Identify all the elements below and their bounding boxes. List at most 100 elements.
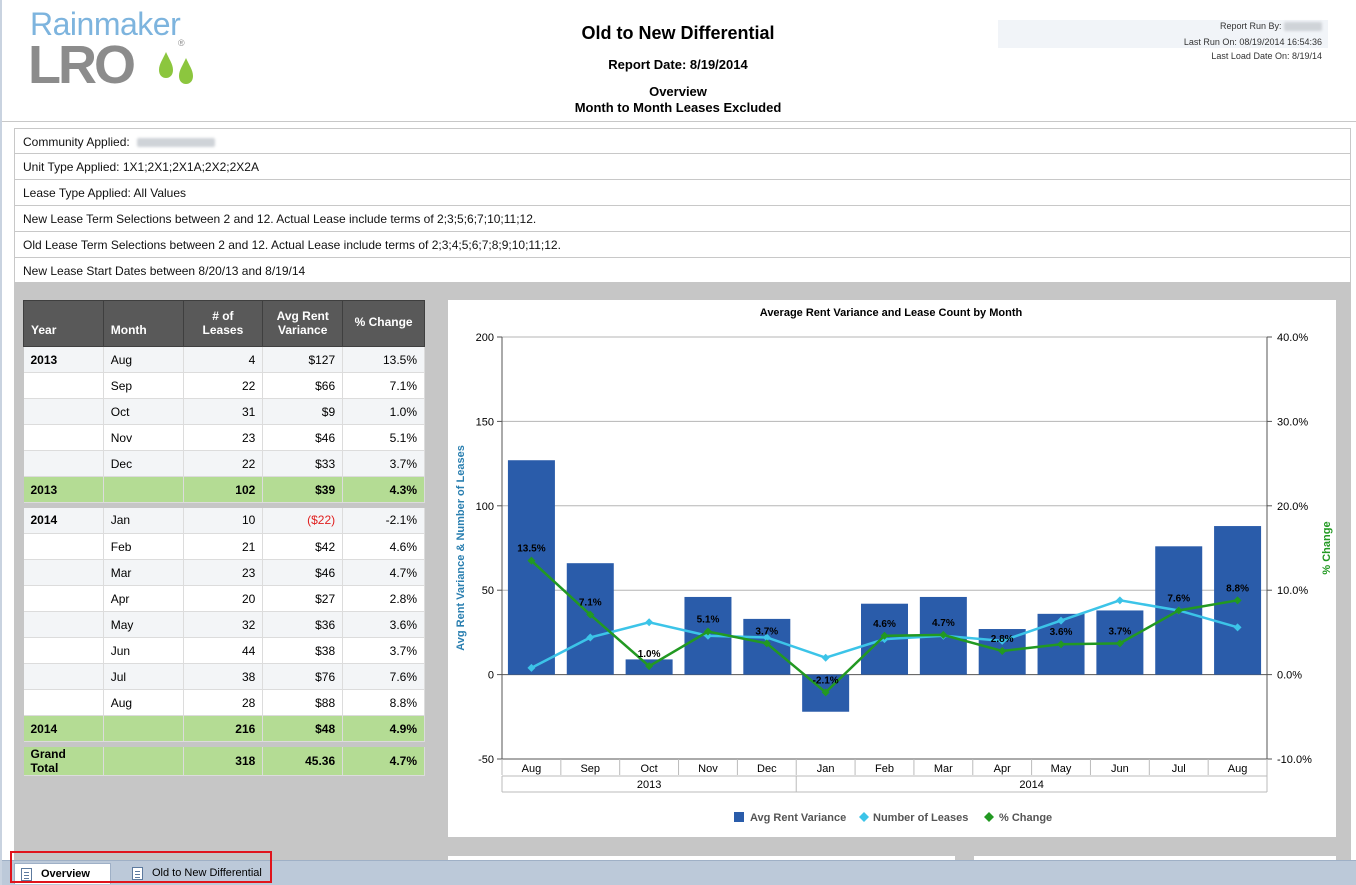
cell-month: Aug: [103, 346, 184, 373]
filter-community: Community Applied:: [14, 128, 1351, 154]
cell-change: 1.0%: [342, 398, 425, 425]
cell-change: 4.3%: [342, 476, 425, 503]
x-tick-label: Nov: [698, 763, 718, 775]
cell-month: Nov: [103, 424, 184, 451]
change-data-label: 3.7%: [1108, 626, 1131, 637]
filter-unit-type: Unit Type Applied: 1X1;2X1;2X1A;2X2;2X2A: [14, 154, 1351, 180]
last-load-date: Last Load Date On: 8/19/14: [1211, 51, 1322, 61]
cell-change: 7.1%: [342, 372, 425, 399]
change-data-label: 3.6%: [1050, 627, 1073, 638]
cell-month: Oct: [103, 398, 184, 425]
y2-tick-label: 20.0%: [1277, 501, 1308, 513]
col-header-change: % Change: [342, 300, 425, 347]
cell-change: 2.8%: [342, 585, 425, 612]
table-row: Sep 22 $66 7.1%: [23, 372, 425, 399]
legend-swatch-variance: [734, 812, 744, 822]
legend-label-change: % Change: [999, 812, 1052, 824]
water-drops-icon: [159, 52, 193, 84]
cell-empty: [103, 715, 184, 742]
cell-variance: $48: [262, 715, 344, 742]
cell-leases: 10: [183, 507, 264, 534]
cell-leases: 32: [183, 611, 264, 638]
rent-variance-chart: Average Rent Variance and Lease Count by…: [448, 300, 1336, 837]
table-row: Aug 28 $88 8.8%: [23, 689, 425, 716]
leases-point: [1115, 596, 1124, 605]
cell-variance: $127: [262, 346, 344, 373]
header-divider: [2, 121, 1356, 122]
cell-variance: $42: [262, 533, 344, 560]
cell-change: 4.6%: [342, 533, 425, 560]
cell-change: 4.9%: [342, 715, 425, 742]
legend-swatch-leases: [859, 812, 869, 822]
cell-year: [23, 424, 104, 451]
change-data-label: 1.0%: [638, 649, 661, 660]
cell-year: [23, 689, 104, 716]
cell-variance: $39: [262, 476, 344, 503]
col-header-variance: Avg Rent Variance: [262, 300, 344, 347]
filter-new-term: New Lease Term Selections between 2 and …: [14, 206, 1351, 232]
change-data-label: 8.8%: [1226, 583, 1249, 594]
rainmaker-lro-logo: Rainmaker LRO ®: [28, 6, 198, 95]
filter-lease-type: Lease Type Applied: All Values: [14, 180, 1351, 206]
table-row: Nov 23 $46 5.1%: [23, 424, 425, 451]
subtotal-row-2013: 2013 102 $39 4.3%: [23, 476, 425, 503]
table-row: Oct 31 $9 1.0%: [23, 398, 425, 425]
cell-year: [23, 663, 104, 690]
cell-month: Jul: [103, 663, 184, 690]
leases-point: [645, 618, 654, 627]
x-tick-label: Aug: [522, 763, 542, 775]
table-row: May 32 $36 3.6%: [23, 611, 425, 638]
cell-leases: 102: [183, 476, 264, 503]
table-row: Feb 21 $42 4.6%: [23, 533, 425, 560]
cell-leases: 31: [183, 398, 264, 425]
table-row: 2013 Aug 4 $127 13.5%: [23, 346, 425, 373]
cell-change: 3.6%: [342, 611, 425, 638]
cell-variance: $66: [262, 372, 344, 399]
y2-tick-label: 10.0%: [1277, 585, 1308, 597]
report-run-by: Report Run By:: [1220, 21, 1322, 32]
report-view-name: Overview: [649, 84, 707, 99]
y-axis-title: Avg Rent Variance & Number of Leases: [455, 445, 467, 651]
subtotal-row-2014: 2014 216 $48 4.9%: [23, 715, 425, 742]
cell-month: Sep: [103, 372, 184, 399]
legend-swatch-change: [984, 812, 994, 822]
chart-svg: Average Rent Variance and Lease Count by…: [455, 307, 1333, 824]
logo-registered-mark: ®: [178, 38, 185, 48]
cell-leases: 23: [183, 559, 264, 586]
table-row: Jul 38 $76 7.6%: [23, 663, 425, 690]
x-tick-label: Apr: [994, 763, 1011, 775]
cell-year: [23, 450, 104, 477]
bar-aug: [507, 460, 555, 675]
y2-axis-title: % Change: [1321, 521, 1333, 574]
cell-change: 7.6%: [342, 663, 425, 690]
cell-variance: $36: [262, 611, 344, 638]
legend-label-leases: Number of Leases: [873, 812, 968, 824]
y-tick-label: 100: [476, 501, 494, 513]
cell-empty: [103, 746, 184, 776]
cell-variance: $33: [262, 450, 344, 477]
cell-variance: $88: [262, 689, 344, 716]
cell-change: -2.1%: [342, 507, 425, 534]
report-subtitle: Month to Month Leases Excluded: [574, 100, 782, 115]
cell-variance: $27: [262, 585, 344, 612]
col-header-leases: # of Leases: [182, 300, 264, 347]
cell-change: 5.1%: [342, 424, 425, 451]
cell-label: 2013: [23, 476, 104, 503]
y2-tick-label: 40.0%: [1277, 332, 1308, 344]
cell-change: 3.7%: [342, 450, 425, 477]
filter-start-dates: New Lease Start Dates between 8/20/13 an…: [14, 258, 1351, 284]
leases-point: [821, 653, 830, 662]
last-run-on: Last Run On: 08/19/2014 16:54:36: [1183, 37, 1322, 47]
cell-year: [23, 637, 104, 664]
x-tick-label: Dec: [757, 763, 777, 775]
change-data-label: 4.7%: [932, 618, 955, 629]
cell-variance: ($22): [262, 507, 344, 534]
cell-label: Grand Total: [23, 746, 104, 776]
cell-variance: $76: [262, 663, 344, 690]
y2-tick-label: 30.0%: [1277, 416, 1308, 428]
y-tick-label: -50: [478, 754, 494, 766]
report-window: Rainmaker LRO ® Old to New Differential …: [0, 0, 1356, 885]
cell-leases: 22: [183, 372, 264, 399]
x-tick-label: Sep: [580, 763, 600, 775]
table-row: Dec 22 $33 3.7%: [23, 450, 425, 477]
